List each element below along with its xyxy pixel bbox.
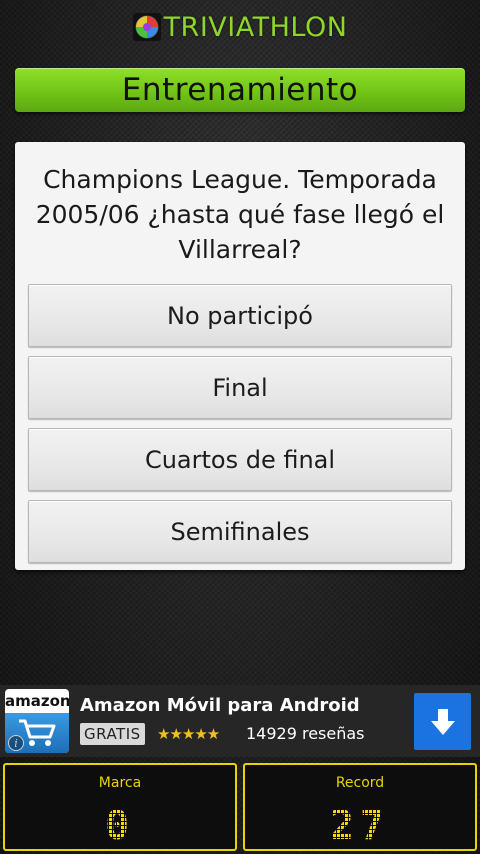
- mode-banner: Entrenamiento: [15, 68, 465, 112]
- mode-label: Entrenamiento: [121, 72, 359, 108]
- ad-review-count: 14929 reseñas: [246, 724, 365, 743]
- download-arrow-icon[interactable]: [414, 693, 471, 750]
- amazon-logo-text: amazon: [5, 692, 69, 710]
- score-record-panel: Record 27: [243, 763, 477, 851]
- marca-value: 0: [104, 803, 136, 849]
- ad-banner[interactable]: amazon i Amazon Móvil para Android GRATI…: [0, 685, 480, 757]
- question-text: Champions League. Temporada 2005/06 ¿has…: [35, 165, 445, 264]
- app-header: TRIVIATHLON: [0, 8, 480, 46]
- answer-button-2[interactable]: Final: [28, 356, 452, 419]
- ad-title: Amazon Móvil para Android: [80, 695, 360, 716]
- answer-button-1[interactable]: No participó: [28, 284, 452, 347]
- app-title: TRIVIATHLON: [163, 11, 348, 43]
- question-card: Champions League. Temporada 2005/06 ¿has…: [15, 142, 465, 570]
- ad-free-badge: GRATIS: [80, 723, 145, 745]
- marca-label: Marca: [98, 775, 142, 791]
- record-value: 27: [329, 803, 391, 849]
- score-marca-panel: Marca 0: [3, 763, 237, 851]
- info-icon[interactable]: i: [8, 735, 24, 751]
- answer-button-4[interactable]: Semifinales: [28, 500, 452, 563]
- colorful-ball-icon: [132, 13, 161, 41]
- record-label: Record: [335, 775, 385, 791]
- answer-button-3[interactable]: Cuartos de final: [28, 428, 452, 491]
- ad-rating-stars: ★★★★★: [157, 725, 220, 743]
